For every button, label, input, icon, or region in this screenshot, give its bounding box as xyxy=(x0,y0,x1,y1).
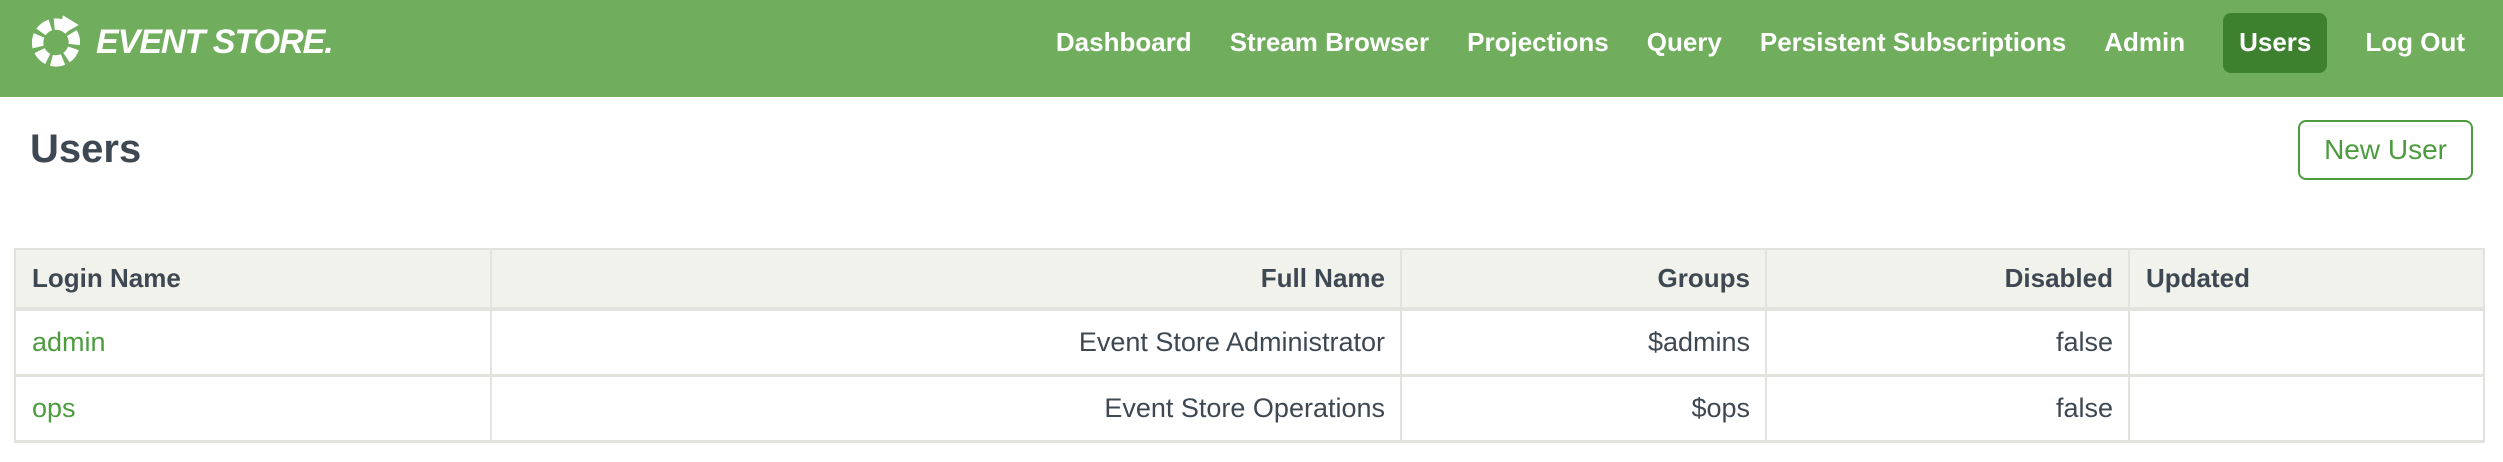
cell-disabled: false xyxy=(1766,309,2129,375)
col-header-full-name: Full Name xyxy=(491,249,1401,309)
user-link-admin[interactable]: admin xyxy=(32,327,106,357)
cell-login-name: ops xyxy=(15,375,491,441)
new-user-button[interactable]: New User xyxy=(2298,120,2473,180)
col-header-updated: Updated xyxy=(2129,249,2484,309)
nav-item-users[interactable]: Users xyxy=(2223,13,2327,73)
nav-item-log-out[interactable]: Log Out xyxy=(2365,13,2465,73)
col-header-groups: Groups xyxy=(1401,249,1766,309)
cell-groups: $ops xyxy=(1401,375,1766,441)
nav-item-dashboard[interactable]: Dashboard xyxy=(1056,13,1192,73)
cell-disabled: false xyxy=(1766,375,2129,441)
brand-logo[interactable]: EVENT STORE. xyxy=(28,14,333,71)
cell-full-name: Event Store Administrator xyxy=(491,309,1401,375)
cell-login-name: admin xyxy=(15,309,491,375)
table-row: ops Event Store Operations $ops false xyxy=(15,375,2484,441)
cell-updated xyxy=(2129,375,2484,441)
page-header: Users New User xyxy=(0,97,2503,202)
main-nav: Dashboard Stream Browser Projections Que… xyxy=(1056,13,2465,73)
table-header-row: Login Name Full Name Groups Disabled Upd… xyxy=(15,249,2484,309)
nav-item-projections[interactable]: Projections xyxy=(1467,13,1609,73)
nav-item-query[interactable]: Query xyxy=(1647,13,1722,73)
table-row: admin Event Store Administrator $admins … xyxy=(15,309,2484,375)
user-link-ops[interactable]: ops xyxy=(32,393,76,423)
event-store-ring-icon xyxy=(28,14,84,71)
users-table: Login Name Full Name Groups Disabled Upd… xyxy=(14,248,2485,443)
cell-updated xyxy=(2129,309,2484,375)
users-page: Users New User Login Name Full Name Grou… xyxy=(0,97,2503,443)
brand-name: EVENT STORE. xyxy=(96,23,333,62)
cell-groups: $admins xyxy=(1401,309,1766,375)
top-navbar: EVENT STORE. Dashboard Stream Browser Pr… xyxy=(0,0,2503,97)
nav-item-persistent-subscriptions[interactable]: Persistent Subscriptions xyxy=(1760,13,2066,73)
cell-full-name: Event Store Operations xyxy=(491,375,1401,441)
nav-item-stream-browser[interactable]: Stream Browser xyxy=(1230,13,1429,73)
nav-item-admin[interactable]: Admin xyxy=(2104,13,2185,73)
col-header-disabled: Disabled xyxy=(1766,249,2129,309)
page-title: Users xyxy=(30,127,141,172)
col-header-login-name: Login Name xyxy=(15,249,491,309)
